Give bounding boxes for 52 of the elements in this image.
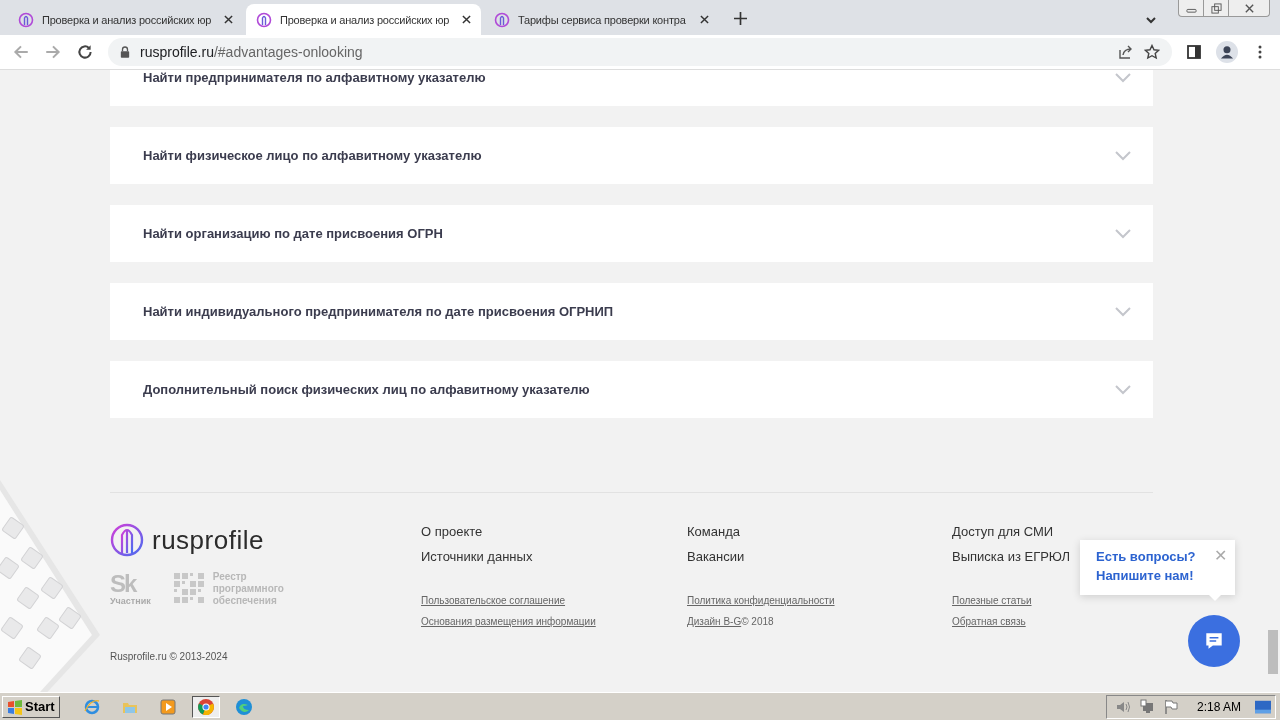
dot-grid-icon — [172, 572, 207, 606]
share-icon[interactable] — [1118, 44, 1134, 60]
registry-label: Реестр программного обеспечения — [212, 571, 284, 607]
chat-button[interactable] — [1188, 615, 1240, 667]
clock[interactable]: 2:18 AM — [1196, 699, 1241, 714]
windows-logo-icon — [7, 698, 23, 715]
footer-link[interactable]: Источники данных — [421, 548, 687, 565]
close-icon[interactable] — [1243, 2, 1255, 14]
logo-icon — [18, 11, 34, 28]
chat-prompt-text[interactable]: Есть вопросы? Напишите нам! — [1096, 547, 1214, 595]
reload-icon[interactable] — [76, 43, 94, 61]
footer-link[interactable]: Обратная связь — [952, 616, 1026, 627]
close-icon[interactable] — [700, 15, 709, 24]
footer-link[interactable]: Полезные статьи — [952, 595, 1032, 606]
footer-link[interactable]: Политика конфиденциальности — [687, 595, 835, 606]
logo-icon — [494, 11, 510, 28]
window-controls[interactable] — [1178, 0, 1270, 17]
close-icon[interactable] — [462, 15, 471, 24]
footer-link[interactable]: Доступ для СМИ — [952, 523, 1152, 540]
star-icon[interactable] — [1144, 44, 1160, 60]
accordion-item[interactable]: Дополнительный поиск физических лиц по алфавитному указателю — [110, 361, 1153, 418]
footer-link[interactable]: Дизайн B-G — [687, 616, 742, 627]
accordion-item[interactable]: Найти предпринимателя по алфавитному указателю — [110, 70, 1153, 106]
browser-tab[interactable]: Проверка и анализ российских юр — [246, 4, 481, 35]
footer-link[interactable]: Команда — [687, 523, 952, 540]
chrome-taskbar-icon[interactable] — [191, 695, 220, 718]
logo-icon — [256, 11, 272, 28]
copyright-text: Rusprofile.ru © 2013-2024 — [110, 651, 229, 662]
browser-tab[interactable]: Тарифы сервиса проверки контра — [484, 4, 719, 35]
side-panel-icon[interactable] — [1186, 44, 1202, 60]
skolkovo-caption: Участник — [110, 596, 151, 606]
start-button[interactable]: Start — [2, 695, 60, 718]
browser-tab[interactable]: Проверка и анализ российских юр — [8, 4, 243, 35]
copyright-text: © 2018 — [741, 616, 774, 627]
lock-icon[interactable] — [120, 46, 130, 58]
chevron-down-icon[interactable] — [1145, 14, 1157, 26]
footer-link[interactable]: Основания размещения информации — [421, 616, 596, 627]
footer-link[interactable]: О проекте — [421, 523, 687, 540]
network-icon[interactable] — [1138, 698, 1155, 715]
accordion-item[interactable]: Найти организацию по дате присвоения ОГРН — [110, 205, 1153, 262]
flag-icon[interactable] — [1162, 698, 1179, 715]
footer-link[interactable]: Вакансии — [687, 548, 952, 565]
close-icon[interactable] — [224, 15, 233, 24]
restore-icon[interactable] — [1210, 2, 1222, 14]
show-desktop-icon[interactable] — [1255, 698, 1271, 715]
address-bar[interactable]: rusprofile.ru/#advantages-onlooking — [108, 38, 1172, 66]
new-tab-icon[interactable] — [734, 12, 747, 25]
accordion-item[interactable]: Найти физическое лицо по алфавитному указателю — [110, 127, 1153, 184]
footer-link[interactable]: Пользовательское соглашение — [421, 595, 566, 606]
rusprofile-logo[interactable]: rusprofile — [110, 523, 264, 557]
accordion-item[interactable]: Найти индивидуального предпринимателя по дате присвоения ОГРНИП — [110, 283, 1153, 340]
profile-icon[interactable] — [1216, 41, 1238, 63]
